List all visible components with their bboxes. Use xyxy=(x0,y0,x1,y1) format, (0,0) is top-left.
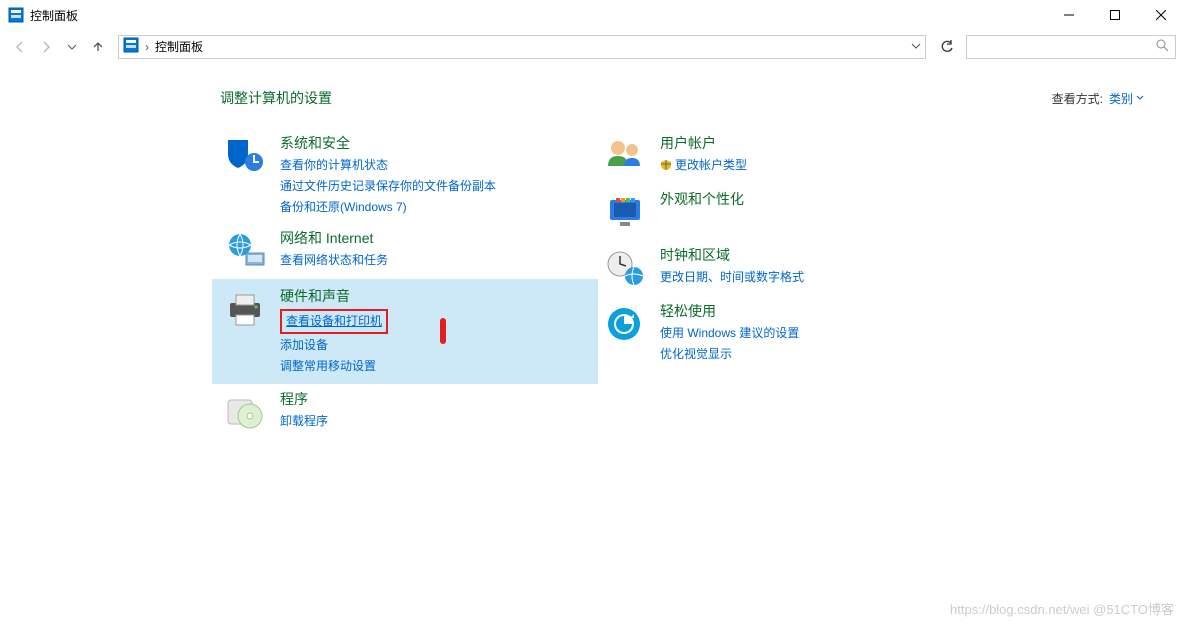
minimize-button[interactable] xyxy=(1046,0,1092,30)
category-link[interactable]: 卸载程序 xyxy=(280,412,328,431)
address-dropdown-icon[interactable] xyxy=(911,40,921,54)
category-link[interactable]: 通过文件历史记录保存你的文件备份副本 xyxy=(280,177,496,196)
view-by: 查看方式: 类别 xyxy=(1052,90,1144,107)
users-icon xyxy=(600,134,652,178)
view-devices-printers-link[interactable]: 查看设备和打印机 xyxy=(280,309,388,334)
category-title[interactable]: 程序 xyxy=(280,390,328,410)
monitor-icon xyxy=(600,190,652,234)
navigation-row: › 控制面板 xyxy=(0,30,1184,64)
breadcrumb[interactable]: 控制面板 xyxy=(155,38,203,55)
category-title[interactable]: 外观和个性化 xyxy=(660,190,744,210)
category-link[interactable]: 使用 Windows 建议的设置 xyxy=(660,324,799,343)
chevron-right-icon: › xyxy=(145,40,149,54)
chevron-down-icon xyxy=(1136,94,1144,102)
left-column: 系统和安全 查看你的计算机状态 通过文件历史记录保存你的文件备份副本 备份和还原… xyxy=(220,128,590,440)
category-title[interactable]: 硬件和声音 xyxy=(280,287,388,307)
category-system-security: 系统和安全 查看你的计算机状态 通过文件历史记录保存你的文件备份副本 备份和还原… xyxy=(220,128,590,223)
window-controls xyxy=(1046,0,1184,30)
category-link[interactable]: 调整常用移动设置 xyxy=(280,357,388,376)
category-link[interactable]: 优化视觉显示 xyxy=(660,345,799,364)
category-user-accounts: 用户帐户 更改帐户类型 xyxy=(600,128,970,184)
category-title[interactable]: 时钟和区域 xyxy=(660,246,804,266)
category-link[interactable]: 备份和还原(Windows 7) xyxy=(280,198,496,217)
uac-shield-icon xyxy=(660,159,672,171)
category-title[interactable]: 系统和安全 xyxy=(280,134,496,154)
clock-globe-icon xyxy=(600,246,652,290)
category-hardware-sound: 硬件和声音 查看设备和打印机 添加设备 调整常用移动设置 xyxy=(212,279,598,384)
category-appearance: 外观和个性化 xyxy=(600,184,970,240)
window-title: 控制面板 xyxy=(30,7,78,24)
category-link[interactable]: 查看网络状态和任务 xyxy=(280,251,388,270)
category-title[interactable]: 网络和 Internet xyxy=(280,229,388,249)
address-bar[interactable]: › 控制面板 xyxy=(118,35,926,59)
close-button[interactable] xyxy=(1138,0,1184,30)
category-link[interactable]: 更改帐户类型 xyxy=(660,156,747,175)
printer-icon xyxy=(220,287,272,331)
category-programs: 程序 卸载程序 xyxy=(220,384,590,440)
titlebar: 控制面板 xyxy=(0,0,1184,30)
forward-button[interactable] xyxy=(34,35,58,59)
annotation-cursor xyxy=(440,318,446,344)
search-input[interactable] xyxy=(966,35,1176,59)
up-button[interactable] xyxy=(86,35,110,59)
content-header: 调整计算机的设置 查看方式: 类别 xyxy=(220,88,1144,108)
page-title: 调整计算机的设置 xyxy=(220,88,332,108)
control-panel-icon xyxy=(8,7,24,23)
disc-icon xyxy=(220,390,272,434)
category-link[interactable]: 查看你的计算机状态 xyxy=(280,156,496,175)
shield-icon xyxy=(220,134,272,178)
back-button[interactable] xyxy=(8,35,32,59)
maximize-button[interactable] xyxy=(1092,0,1138,30)
category-ease-of-access: 轻松使用 使用 Windows 建议的设置 优化视觉显示 xyxy=(600,296,970,370)
category-network: 网络和 Internet 查看网络状态和任务 xyxy=(220,223,590,279)
watermark: https://blog.csdn.net/wei @51CTO博客 xyxy=(950,599,1174,618)
view-by-label: 查看方式: xyxy=(1052,90,1103,107)
category-title[interactable]: 用户帐户 xyxy=(660,134,747,154)
ease-access-icon xyxy=(600,302,652,346)
search-icon xyxy=(1156,39,1169,55)
category-columns: 系统和安全 查看你的计算机状态 通过文件历史记录保存你的文件备份副本 备份和还原… xyxy=(220,128,1144,440)
address-icon xyxy=(123,37,139,56)
view-by-mode[interactable]: 类别 xyxy=(1109,90,1144,107)
content-area: 调整计算机的设置 查看方式: 类别 系统和安全 查看你的计算机状态 通过文件历史… xyxy=(0,64,1184,440)
category-link[interactable]: 更改日期、时间或数字格式 xyxy=(660,268,804,287)
category-link[interactable]: 添加设备 xyxy=(280,336,388,355)
recent-dropdown-icon[interactable] xyxy=(60,35,84,59)
category-title[interactable]: 轻松使用 xyxy=(660,302,799,322)
category-clock-region: 时钟和区域 更改日期、时间或数字格式 xyxy=(600,240,970,296)
right-column: 用户帐户 更改帐户类型 外观和个性化 xyxy=(600,128,970,440)
refresh-button[interactable] xyxy=(934,35,960,59)
globe-icon xyxy=(220,229,272,273)
